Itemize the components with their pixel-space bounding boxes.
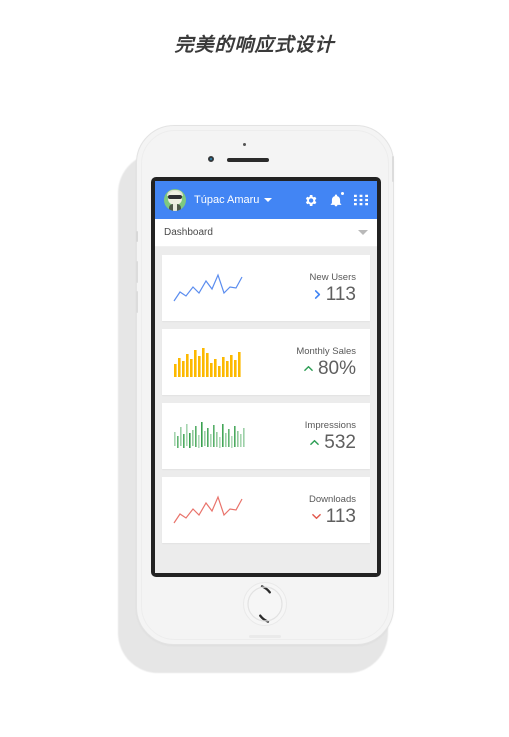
bar-chart xyxy=(172,416,246,456)
power-button[interactable] xyxy=(392,156,394,182)
card-text: Monthly Sales 80% xyxy=(246,346,358,378)
screen-bezel: Túpac Amaru Dashboard New Users 113 Mont… xyxy=(151,177,381,577)
sparkline-chart xyxy=(172,268,246,308)
phone-mockup: Túpac Amaru Dashboard New Users 113 Mont… xyxy=(118,125,398,673)
card-value-row: 113 xyxy=(246,285,356,304)
gear-icon[interactable] xyxy=(303,193,318,208)
card-title: Downloads xyxy=(309,494,356,505)
earpiece-speaker-icon xyxy=(227,158,269,162)
card-value: 113 xyxy=(325,506,356,527)
notification-badge xyxy=(341,191,344,195)
card-title: Monthly Sales xyxy=(296,346,356,357)
app-screen: Túpac Amaru Dashboard New Users 113 Mont… xyxy=(155,181,377,573)
card-value-row: 113 xyxy=(246,507,356,526)
avatar[interactable] xyxy=(164,189,186,211)
card-monthly-sales[interactable]: Monthly Sales 80% xyxy=(162,329,370,395)
silent-switch-button[interactable] xyxy=(136,231,138,242)
card-text: New Users 113 xyxy=(246,272,358,304)
speaker-grill xyxy=(249,635,281,638)
volume-down-button[interactable] xyxy=(136,291,138,313)
chevron-down-icon[interactable] xyxy=(264,198,273,202)
card-value-row: 80% xyxy=(246,359,356,378)
home-button[interactable] xyxy=(243,582,287,626)
card-text: Impressions 532 xyxy=(246,420,358,452)
user-name-label[interactable]: Túpac Amaru xyxy=(194,194,259,206)
bar-chart xyxy=(172,342,246,382)
dashboard-card-list: New Users 113 Monthly Sales 80% Impressi… xyxy=(155,247,377,543)
card-value: 80% xyxy=(317,358,356,379)
dashboard-select-value: Dashboard xyxy=(164,227,213,238)
app-bar: Túpac Amaru xyxy=(155,181,377,219)
card-impressions[interactable]: Impressions 532 xyxy=(162,403,370,469)
card-downloads[interactable]: Downloads 113 xyxy=(162,477,370,543)
card-value: 113 xyxy=(325,284,356,305)
apps-grid-icon[interactable] xyxy=(354,193,368,207)
card-title: New Users xyxy=(309,272,356,283)
chevron-right-icon xyxy=(313,289,322,300)
volume-up-button[interactable] xyxy=(136,261,138,283)
chevron-down-icon xyxy=(311,512,322,521)
page-title: 完美的响应式设计 xyxy=(174,35,335,56)
card-title: Impressions xyxy=(304,420,356,431)
sparkline-chart xyxy=(172,490,246,530)
card-value-row: 532 xyxy=(246,433,356,452)
card-text: Downloads 113 xyxy=(246,494,358,526)
chevron-down-icon[interactable] xyxy=(358,230,368,235)
card-new-users[interactable]: New Users 113 xyxy=(162,255,370,321)
chevron-up-icon xyxy=(303,364,314,373)
card-value: 532 xyxy=(324,432,356,453)
front-camera-icon xyxy=(208,156,214,162)
proximity-sensor-icon xyxy=(243,143,246,146)
dashboard-select[interactable]: Dashboard xyxy=(155,219,377,247)
phone-body: Túpac Amaru Dashboard New Users 113 Mont… xyxy=(136,125,394,645)
bell-icon[interactable] xyxy=(329,191,344,208)
chevron-up-icon xyxy=(309,438,320,447)
